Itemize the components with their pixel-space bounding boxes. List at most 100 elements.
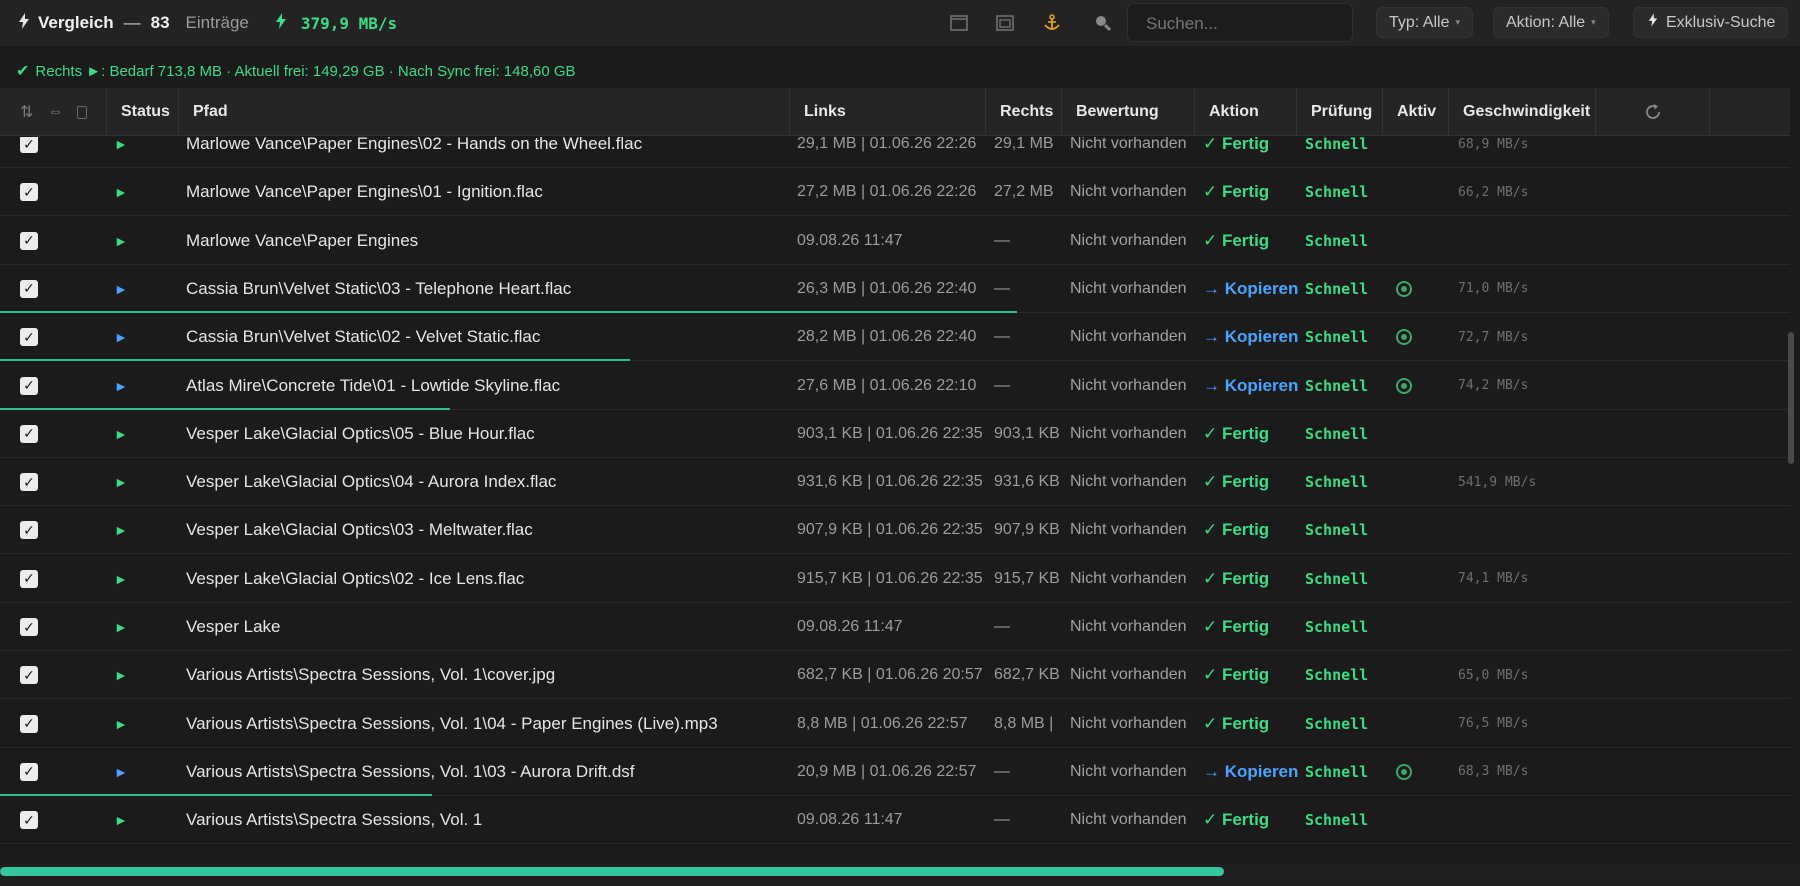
row-aktion: ✓ Fertig bbox=[1203, 182, 1270, 202]
row-path: Vesper Lake\Glacial Optics\05 - Blue Hou… bbox=[186, 423, 535, 443]
column-aktiv[interactable]: Aktiv bbox=[1382, 88, 1448, 136]
exclusive-search-button[interactable]: Exklusiv-Suche bbox=[1633, 7, 1789, 38]
column-pfad[interactable]: Pfad bbox=[178, 88, 789, 136]
table-row[interactable]: ✓ ► Marlowe Vance\Paper Engines 09.08.26 11… bbox=[0, 217, 1790, 265]
chevron-down-icon: ▾ bbox=[1591, 17, 1596, 27]
table-row[interactable]: ✓ ► Cassia Brun\Velvet Static\03 - Telepho… bbox=[0, 265, 1790, 313]
table-row[interactable]: ✓ ► Marlowe Vance\Paper Engines\02 - Hands… bbox=[0, 137, 1790, 168]
table-row[interactable]: ✓ ► Vesper Lake\Glacial Optics\03 - Meltwa… bbox=[0, 506, 1790, 555]
row-links: 27,6 MB | 01.06.26 22:10 bbox=[797, 376, 977, 394]
table-row[interactable]: ✓ ► Atlas Mire\Concrete Tide\01 - Lowtide … bbox=[0, 362, 1790, 410]
type-filter-dropdown[interactable]: Typ: Alle ▾ bbox=[1376, 7, 1474, 38]
toolbar: Vergleich — 83 Einträge 379,9 MB/s Suche… bbox=[0, 0, 1800, 46]
table-row[interactable]: ✓ ► Marlowe Vance\Paper Engines\01 - Ignit… bbox=[0, 168, 1790, 217]
table-row[interactable]: ✓ ► Vesper Lake\Glacial Optics\04 - Aurora… bbox=[0, 458, 1790, 507]
refresh-icon[interactable] bbox=[1595, 88, 1709, 136]
table-row[interactable]: ✓ ► Vesper Lake 09.08.26 11:47 — Nicht vorhan… bbox=[0, 603, 1790, 651]
header-tools: ⇅ ⇔ bbox=[0, 88, 106, 136]
row-checkbox[interactable]: ✓ bbox=[20, 521, 38, 540]
column-aktion[interactable]: Aktion bbox=[1194, 88, 1296, 136]
table-row[interactable]: ✓ ► Vesper Lake\Glacial Optics\05 - Blue H… bbox=[0, 410, 1790, 458]
action-filter-dropdown[interactable]: Aktion: Alle ▾ bbox=[1493, 7, 1609, 38]
row-aktion: ✓ Fertig bbox=[1203, 617, 1270, 636]
window-icon[interactable] bbox=[949, 13, 969, 33]
row-checkbox[interactable]: ✓ bbox=[20, 279, 38, 298]
row-speed: 66,2 MB/s bbox=[1458, 184, 1529, 200]
table-row[interactable]: ✓ ► Various Artists\Spectra Sessions, Vol.… bbox=[0, 651, 1790, 700]
column-bewertung[interactable]: Bewertung bbox=[1061, 88, 1194, 136]
table-row[interactable]: ✓ ► Cassia Brun\Velvet Static\02 - Velvet … bbox=[0, 313, 1790, 362]
search-icon[interactable] bbox=[1093, 13, 1113, 33]
column-links[interactable]: Links bbox=[789, 88, 985, 136]
row-checkbox[interactable]: ✓ bbox=[20, 424, 38, 443]
row-pruefung: Schnell bbox=[1305, 569, 1369, 588]
row-bewertung: Nicht vorhanden bbox=[1070, 811, 1187, 829]
row-checkbox[interactable]: ✓ bbox=[20, 569, 38, 588]
row-checkbox[interactable]: ✓ bbox=[20, 231, 38, 250]
row-checkbox[interactable]: ✓ bbox=[20, 183, 38, 202]
pending-arrow-icon: ► bbox=[114, 329, 128, 346]
search-input[interactable]: Suchen... bbox=[1127, 3, 1353, 42]
row-links: 915,7 KB | 01.06.26 22:35 bbox=[797, 569, 983, 587]
row-checkbox[interactable]: ✓ bbox=[20, 714, 38, 733]
type-filter-label: Typ: Alle bbox=[1389, 13, 1450, 31]
synced-arrow-icon: ► bbox=[114, 570, 128, 587]
row-checkbox[interactable]: ✓ bbox=[20, 618, 38, 636]
compare-title: Vergleich bbox=[38, 13, 114, 32]
row-links: 907,9 KB | 01.06.26 22:35 bbox=[797, 521, 983, 539]
speed-bolt-icon bbox=[275, 12, 287, 34]
pending-arrow-icon: ► bbox=[114, 280, 128, 297]
row-bewertung: Nicht vorhanden bbox=[1070, 569, 1187, 587]
column-geschwindigkeit[interactable]: Geschwindigkeit bbox=[1448, 88, 1595, 136]
row-rechts: — bbox=[994, 762, 1010, 780]
vertical-scrollbar[interactable] bbox=[1788, 332, 1794, 464]
row-speed: 68,9 MB/s bbox=[1458, 137, 1529, 152]
exclusive-search-label: Exklusiv-Suche bbox=[1666, 13, 1776, 31]
row-aktion: → Kopieren bbox=[1203, 327, 1299, 347]
row-checkbox[interactable]: ✓ bbox=[20, 762, 38, 781]
row-checkbox[interactable]: ✓ bbox=[20, 376, 38, 395]
row-rechts: 8,8 MB | bbox=[994, 714, 1054, 732]
select-all-checkbox[interactable] bbox=[77, 105, 88, 119]
column-status[interactable]: Status bbox=[106, 88, 178, 136]
row-bewertung: Nicht vorhanden bbox=[1070, 666, 1187, 684]
table-row[interactable]: ✓ ► Various Artists\Spectra Sessions, Vol.… bbox=[0, 748, 1790, 796]
row-pruefung: Schnell bbox=[1305, 521, 1369, 540]
row-path: Vesper Lake\Glacial Optics\03 - Meltwate… bbox=[186, 520, 533, 540]
row-links: 09.08.26 11:47 bbox=[797, 231, 903, 249]
row-path: Various Artists\Spectra Sessions, Vol. 1… bbox=[186, 761, 635, 781]
row-pruefung: Schnell bbox=[1305, 279, 1369, 298]
entry-count: 83 bbox=[150, 13, 170, 32]
row-speed: 541,9 MB/s bbox=[1458, 474, 1537, 490]
row-aktion: ✓ Fertig bbox=[1203, 423, 1270, 443]
column-pruefung[interactable]: Prüfung bbox=[1296, 88, 1382, 136]
table-row[interactable]: ✓ ► Various Artists\Spectra Sessions, Vol.… bbox=[0, 700, 1790, 748]
synced-arrow-icon: ► bbox=[114, 715, 128, 732]
column-rechts[interactable]: Rechts bbox=[985, 88, 1061, 136]
row-checkbox[interactable]: ✓ bbox=[20, 473, 38, 492]
row-checkbox[interactable]: ✓ bbox=[20, 811, 38, 830]
anchor-icon[interactable] bbox=[1042, 13, 1062, 33]
row-speed: 71,0 MB/s bbox=[1458, 281, 1529, 297]
sort-icon[interactable]: ⇅ bbox=[20, 102, 33, 122]
table-row[interactable]: ✓ ► Vesper Lake\Glacial Optics\02 - Ice Le… bbox=[0, 555, 1790, 603]
row-speed: 76,5 MB/s bbox=[1458, 716, 1529, 732]
row-checkbox[interactable]: ✓ bbox=[20, 328, 38, 347]
row-bewertung: Nicht vorhanden bbox=[1070, 521, 1187, 539]
row-checkbox[interactable]: ✓ bbox=[20, 137, 38, 153]
table-row[interactable]: ✓ ► Various Artists\Spectra Sessions, Vol.… bbox=[0, 796, 1790, 845]
pending-arrow-icon: ► bbox=[114, 377, 128, 394]
row-pruefung: Schnell bbox=[1305, 328, 1369, 347]
total-speed: 379,9 MB/s bbox=[300, 13, 398, 33]
folder-window-icon[interactable] bbox=[995, 13, 1015, 33]
row-links: 27,2 MB | 01.06.26 22:26 bbox=[797, 183, 977, 201]
synced-arrow-icon: ► bbox=[114, 232, 128, 249]
row-checkbox[interactable]: ✓ bbox=[20, 666, 38, 685]
row-aktion: ✓ Fertig bbox=[1203, 472, 1270, 492]
row-bewertung: Nicht vorhanden bbox=[1070, 618, 1187, 635]
horizontal-scrollbar[interactable] bbox=[0, 867, 1224, 876]
row-path: Marlowe Vance\Paper Engines bbox=[186, 230, 419, 250]
swap-icon[interactable]: ⇔ bbox=[47, 103, 63, 121]
row-pruefung: Schnell bbox=[1305, 666, 1369, 685]
synced-arrow-icon: ► bbox=[114, 474, 128, 491]
